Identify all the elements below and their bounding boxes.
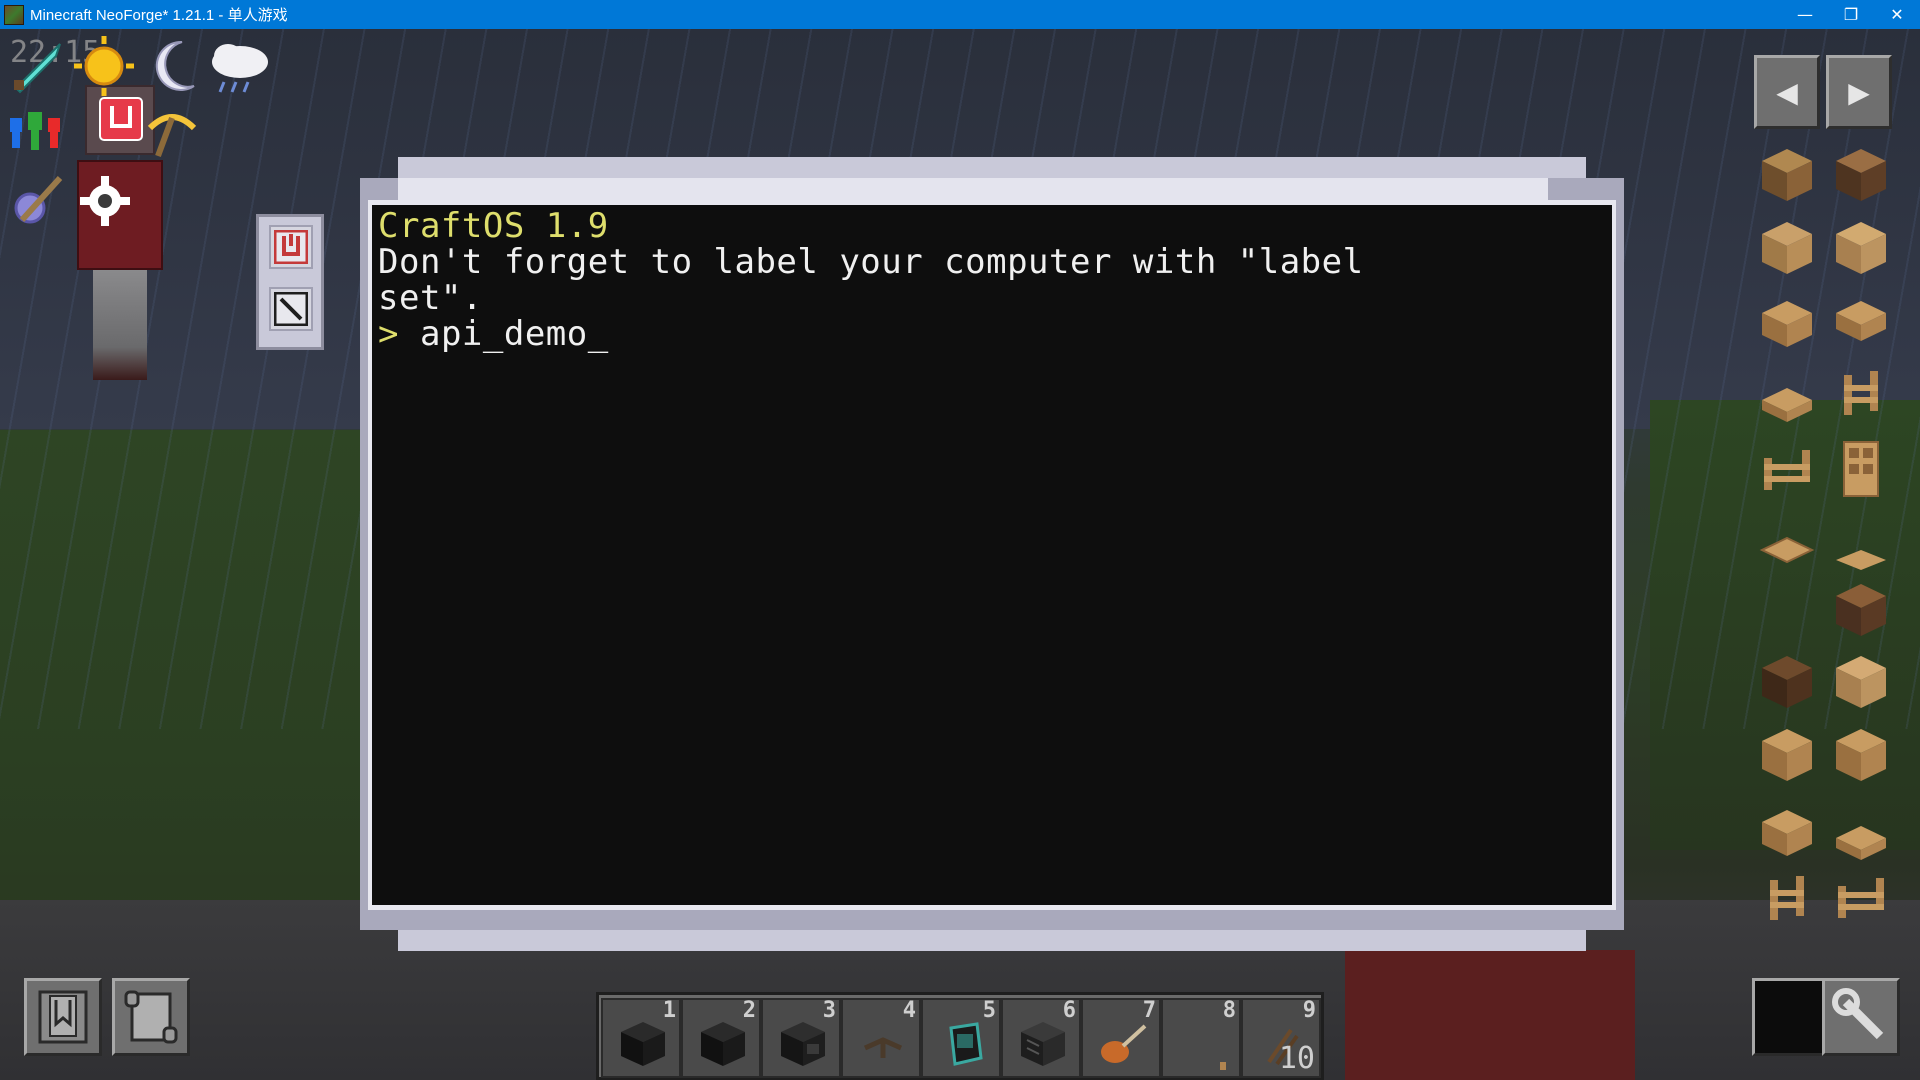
computer-block-icon	[701, 1022, 745, 1066]
oak-slab-item[interactable]	[1758, 370, 1816, 428]
slot-number: 5	[982, 998, 996, 1023]
oak-door-item[interactable]	[1832, 440, 1890, 498]
window-controls: — ❐ ✕	[1782, 0, 1920, 29]
hotbar-slot[interactable]: 1	[601, 998, 681, 1078]
terminate-icon	[274, 292, 308, 326]
pocket-computer-icon	[949, 1022, 983, 1066]
previous-page-button[interactable]: ◀	[1754, 55, 1820, 129]
settings-gear-icon[interactable]	[78, 174, 132, 228]
terminal-line: Don't forget to label your computer with…	[378, 242, 1364, 282]
pickaxe-icon[interactable]	[144, 106, 200, 162]
guide-scroll-button[interactable]	[112, 978, 190, 1056]
slot-item-count: 10	[1278, 1041, 1315, 1076]
next-page-button[interactable]: ▶	[1826, 55, 1892, 129]
recipe-book-button[interactable]	[24, 978, 102, 1056]
tools-icon[interactable]	[10, 170, 68, 228]
hotbar-slot[interactable]: 6	[1001, 998, 1081, 1078]
guitar-icon	[1101, 1024, 1147, 1063]
config-wrench-button[interactable]	[1822, 978, 1900, 1056]
oak-wood-item[interactable]	[1758, 218, 1816, 276]
oak-slab-lower-item[interactable]	[1832, 808, 1890, 866]
red-carpet-block	[1345, 950, 1635, 1080]
terminal-prompt-line[interactable]: > api_demo_	[378, 316, 1606, 352]
oak-log-item[interactable]	[1758, 145, 1816, 203]
black-toggle-button[interactable]	[1752, 978, 1830, 1056]
terminal-screen[interactable]: CraftOS 1.9 Don't forget to label your c…	[372, 205, 1612, 905]
oak-planks-alt-item[interactable]	[1832, 725, 1890, 783]
restore-button[interactable]: ❐	[1828, 0, 1874, 29]
oak-fence-lower-item[interactable]	[1758, 870, 1816, 928]
dark-oak-log-item[interactable]	[1832, 145, 1890, 203]
terminal-line: set".	[378, 278, 483, 318]
diamond-sword-icon[interactable]	[8, 36, 68, 96]
slot-number: 2	[742, 998, 756, 1023]
minimize-button[interactable]: —	[1782, 0, 1828, 29]
hotbar: 1 2 3 4 5 6 7 8 9 10	[596, 992, 1324, 1080]
close-button[interactable]: ✕	[1874, 0, 1920, 29]
power-icon	[274, 230, 308, 264]
computer-gui-highlight	[398, 178, 1548, 200]
hotbar-slot[interactable]: 8	[1161, 998, 1241, 1078]
sun-icon[interactable]	[72, 34, 136, 98]
terminal-line: CraftOS 1.9	[378, 206, 609, 246]
advanced-computer-icon	[781, 1022, 825, 1066]
stripped-dark-log-item[interactable]	[1832, 580, 1890, 638]
avatar-legs	[93, 270, 147, 380]
hotbar-slot[interactable]: 2	[681, 998, 761, 1078]
shutdown-button[interactable]	[269, 225, 313, 269]
book-icon	[38, 990, 88, 1044]
red-trap-icon[interactable]	[98, 96, 144, 142]
slot-number: 3	[822, 998, 836, 1023]
oak-fence-item[interactable]	[1832, 365, 1890, 423]
hotbar-slot[interactable]: 5	[921, 998, 1001, 1078]
oak-stairs-item[interactable]	[1758, 291, 1816, 349]
hotbar-slot[interactable]: 9 10	[1241, 998, 1321, 1078]
wrench-icon	[1832, 988, 1884, 1040]
monitor-block-icon	[1021, 1022, 1065, 1066]
rain-cloud-icon[interactable]	[206, 36, 272, 96]
slot-number: 4	[902, 998, 916, 1023]
hotbar-slot[interactable]: 7	[1081, 998, 1161, 1078]
oak-trapdoor-item[interactable]	[1758, 520, 1816, 578]
computer-block-icon	[621, 1022, 665, 1066]
birch-planks-item[interactable]	[1832, 652, 1890, 710]
oak-block-item[interactable]	[1758, 725, 1816, 783]
window-title: Minecraft NeoForge* 1.21.1 - 单人游戏	[30, 7, 288, 24]
computer-side-panel	[256, 214, 324, 350]
oak-stairs-alt-item[interactable]	[1832, 291, 1890, 349]
minecraft-app-icon	[4, 4, 24, 25]
slot-number: 6	[1062, 998, 1076, 1023]
players-icon[interactable]	[8, 110, 68, 154]
frame-icon	[1220, 1062, 1226, 1070]
terminate-button[interactable]	[269, 287, 313, 331]
scroll-icon	[124, 990, 178, 1044]
oak-fence-gate-lower-item[interactable]	[1832, 868, 1890, 926]
hotbar-slot[interactable]: 4	[841, 998, 921, 1078]
hotbar-slot[interactable]: 3	[761, 998, 841, 1078]
window-titlebar: Minecraft NeoForge* 1.21.1 - 单人游戏 — ❐ ✕	[0, 0, 1920, 29]
slot-number: 8	[1222, 998, 1236, 1023]
moon-icon[interactable]	[144, 36, 204, 96]
cable-icon	[863, 1037, 903, 1058]
terminal-prompt-symbol: >	[378, 314, 399, 354]
slot-number: 7	[1142, 998, 1156, 1023]
oak-stairs-lower-item[interactable]	[1758, 800, 1816, 858]
dark-wood-item[interactable]	[1758, 652, 1816, 710]
slot-number: 9	[1302, 998, 1316, 1023]
oak-planks-item[interactable]	[1832, 218, 1890, 276]
oak-fence-gate-item[interactable]	[1758, 440, 1816, 498]
terminal-command-input[interactable]: api_demo_	[420, 314, 609, 354]
slot-number: 1	[662, 998, 676, 1023]
